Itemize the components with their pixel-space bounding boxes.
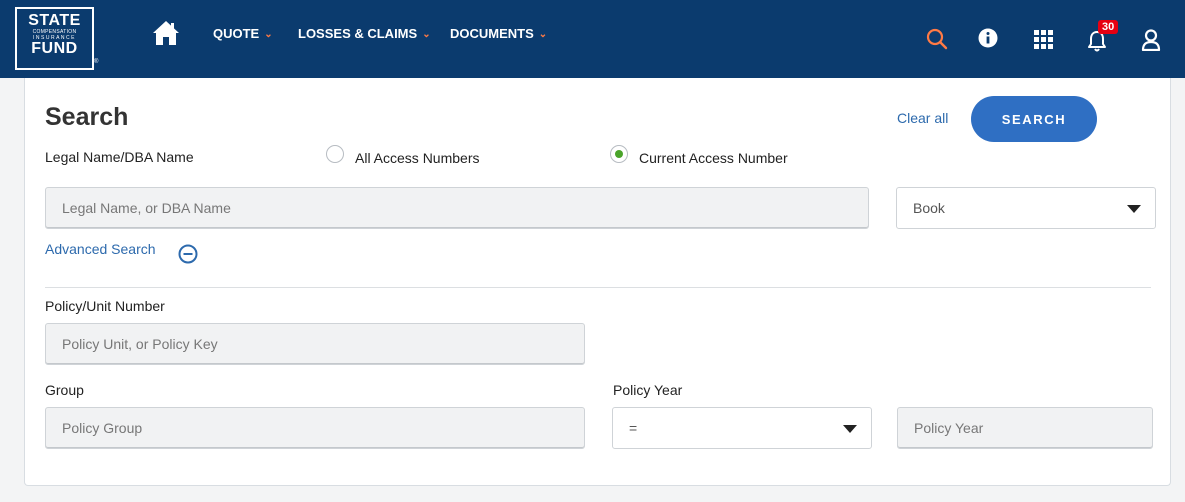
radio-current-access-number[interactable] — [610, 145, 628, 163]
search-button[interactable]: SEARCH — [971, 96, 1097, 142]
chevron-down-icon: ⌄ — [422, 29, 431, 40]
radio-all-access-numbers-label[interactable]: All Access Numbers — [355, 150, 479, 166]
policy-year-operator-select[interactable]: = — [612, 407, 872, 449]
policy-year-label: Policy Year — [613, 382, 683, 398]
nav-quote[interactable]: QUOTE ⌄ — [213, 26, 273, 41]
policy-group-input[interactable]: Policy Group — [45, 407, 585, 449]
chevron-down-icon: ⌄ — [538, 29, 548, 40]
legal-name-input[interactable]: Legal Name, or DBA Name — [45, 187, 869, 229]
state-fund-logo[interactable]: STATE COMPENSATION INSURANCE FUND — [15, 7, 94, 70]
nav-quote-label: QUOTE — [213, 26, 260, 41]
caret-down-icon — [1127, 205, 1141, 213]
logo-line-state: STATE — [28, 12, 81, 29]
advanced-search-link[interactable]: Advanced Search — [45, 241, 156, 257]
nav-documents[interactable]: DOCUMENTS ⌄ — [450, 26, 547, 41]
clear-all-link[interactable]: Clear all — [897, 110, 948, 126]
policy-year-input[interactable]: Policy Year — [897, 407, 1153, 449]
home-icon[interactable] — [152, 20, 180, 46]
group-label: Group — [45, 382, 84, 398]
top-nav-bar: STATE COMPENSATION INSURANCE FUND ® QUOT… — [0, 0, 1185, 78]
notification-count-badge: 30 — [1098, 20, 1119, 34]
page-title: Search — [45, 103, 129, 131]
user-icon[interactable] — [1141, 29, 1161, 51]
nav-losses-claims-label: LOSSES & CLAIMS — [298, 26, 418, 41]
chevron-down-icon: ⌄ — [264, 29, 273, 40]
book-select-value: Book — [913, 200, 945, 216]
logo-registered-mark: ® — [94, 59, 99, 65]
nav-losses-claims[interactable]: LOSSES & CLAIMS ⌄ — [298, 26, 431, 41]
policy-year-operator-value: = — [629, 420, 638, 436]
radio-current-access-number-label[interactable]: Current Access Number — [639, 150, 788, 166]
collapse-minus-icon[interactable] — [178, 244, 198, 264]
nav-documents-label: DOCUMENTS — [450, 26, 534, 41]
info-icon[interactable] — [978, 28, 998, 48]
section-divider — [45, 287, 1151, 288]
logo-line-fund: FUND — [31, 40, 78, 57]
legal-name-label: Legal Name/DBA Name — [45, 149, 194, 165]
apps-grid-icon[interactable] — [1034, 30, 1053, 49]
search-icon[interactable] — [926, 28, 948, 50]
policy-unit-input[interactable]: Policy Unit, or Policy Key — [45, 323, 585, 365]
radio-all-access-numbers[interactable] — [326, 145, 344, 163]
book-select[interactable]: Book — [896, 187, 1156, 229]
caret-down-icon — [843, 425, 857, 433]
policy-unit-label: Policy/Unit Number — [45, 298, 165, 314]
